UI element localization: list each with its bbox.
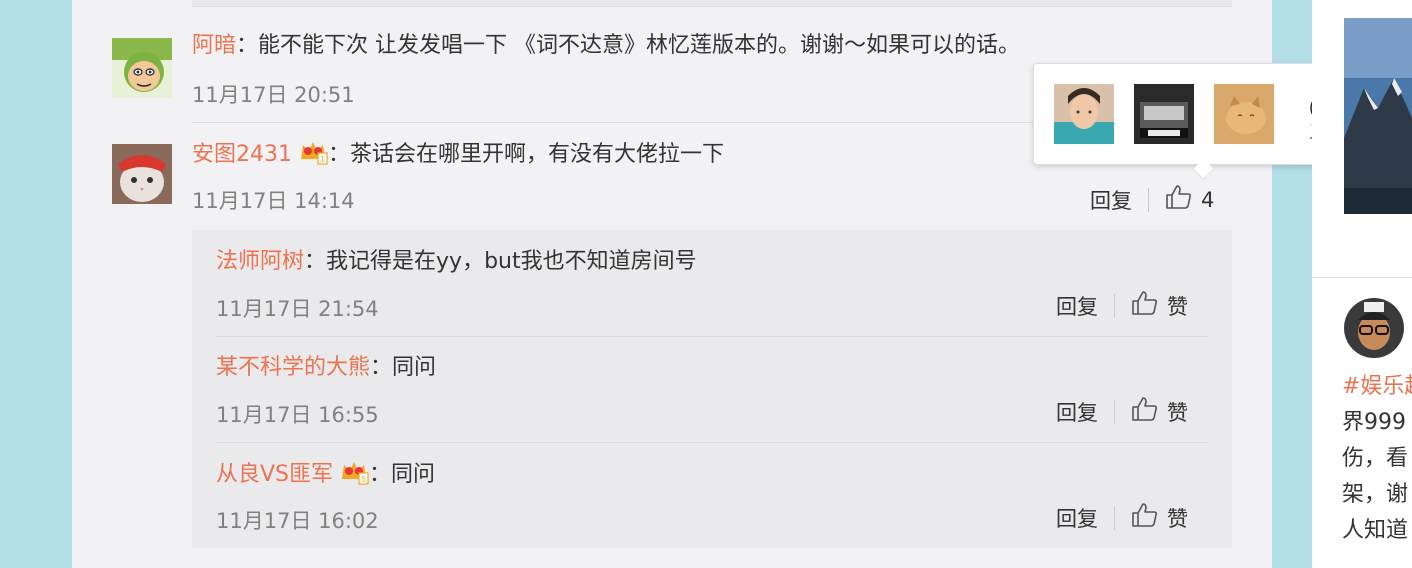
avatar[interactable]: [112, 38, 172, 98]
like-button[interactable]: 4: [1165, 184, 1214, 215]
comment-text: 能不能下次 让发发唱一下 《词不达意》林忆莲版本的。谢谢～如果可以的话。: [258, 33, 1021, 58]
reply-time: 11月17日 16:02: [216, 509, 379, 533]
commenter-name[interactable]: 阿暗: [192, 33, 236, 58]
svg-text:1: 1: [320, 155, 325, 164]
action-separator: [1114, 505, 1115, 530]
reply-text: 同问: [391, 462, 436, 487]
reply-time: 11月17日 16:55: [216, 403, 379, 427]
side-text-line: 人知道: [1342, 518, 1409, 543]
divider: [216, 442, 1208, 443]
like-label: 赞: [1167, 506, 1188, 531]
action-separator: [1148, 187, 1149, 212]
name-separator: ：: [236, 33, 259, 58]
liker-avatar[interactable]: [1134, 84, 1194, 144]
side-text-line: 界999: [1342, 410, 1406, 435]
like-button[interactable]: 赞: [1131, 290, 1188, 321]
like-count: 4: [1201, 187, 1215, 212]
reply-button[interactable]: 回复: [1056, 291, 1098, 321]
reply-thread: 法师阿树：我记得是在yy，but我也不知道房间号 11月17日 21:54 回复…: [192, 230, 1232, 548]
comment-actions: 回复 4: [1090, 184, 1214, 215]
liker-avatar[interactable]: [1054, 84, 1114, 144]
comment-text-row: 阿暗：能不能下次 让发发唱一下 《词不达意》林忆莲版本的。谢谢～如果可以的话。: [192, 32, 1020, 60]
replier-name[interactable]: 某不科学的大熊: [216, 355, 370, 380]
thumbs-up-icon: [1131, 290, 1159, 321]
comment-time: 11月17日 14:14: [192, 189, 355, 213]
comment-text: 茶话会在哪里开啊，有没有大佬拉一下: [350, 142, 725, 167]
reply-text: 我记得是在yy，but我也不知道房间号: [326, 249, 697, 274]
name-separator: ：: [328, 142, 351, 167]
like-label: 赞: [1167, 294, 1188, 319]
liker-avatar[interactable]: [1214, 84, 1274, 144]
side-text-line: 架，谢: [1342, 482, 1409, 507]
divider: [1312, 277, 1412, 278]
replier-name[interactable]: 法师阿树: [216, 249, 304, 274]
reply-button[interactable]: 回复: [1056, 397, 1098, 427]
thumbs-up-icon: [1165, 184, 1193, 215]
reply-text-row: 法师阿树：我记得是在yy，but我也不知道房间号: [216, 248, 697, 276]
side-banner-image[interactable]: [1344, 18, 1412, 214]
reply-actions: 回复 赞: [1056, 502, 1188, 533]
replier-name[interactable]: 从良VS匪军: [216, 462, 333, 487]
thumbs-up-icon: [1131, 502, 1159, 533]
vip-crown-icon: 5: [339, 459, 369, 493]
reply-time: 11月17日 21:54: [216, 297, 379, 321]
avatar[interactable]: [1344, 298, 1404, 358]
name-separator: ：: [304, 249, 327, 274]
comment-text-row: 安图2431 1 ：茶话会在哪里开啊，有没有大佬拉一下: [192, 139, 724, 173]
name-separator: ：: [369, 462, 392, 487]
reply-text-row: 某不科学的大熊：同问: [216, 354, 436, 382]
like-label: 赞: [1167, 400, 1188, 425]
reply-text: 同问: [392, 355, 437, 380]
thumbs-up-icon: [1131, 396, 1159, 427]
side-text-line: 伤，看: [1342, 446, 1409, 471]
side-panel: #娱乐超 界999 伤，看 架，谢 人知道: [1312, 0, 1412, 568]
previous-item-edge: [192, 0, 1232, 7]
side-hashtag[interactable]: #娱乐超: [1342, 370, 1412, 404]
commenter-name[interactable]: 安图2431: [192, 142, 292, 167]
reply-actions: 回复 赞: [1056, 290, 1188, 321]
name-separator: ：: [370, 355, 393, 380]
like-button[interactable]: 赞: [1131, 502, 1188, 533]
action-separator: [1114, 293, 1115, 318]
vip-crown-icon: 1: [298, 139, 328, 173]
reply-text-row: 从良VS匪军 5 ：同问: [216, 459, 435, 493]
like-button[interactable]: 赞: [1131, 396, 1188, 427]
reply-actions: 回复 赞: [1056, 396, 1188, 427]
avatar[interactable]: [112, 144, 172, 204]
divider: [216, 336, 1208, 337]
svg-text:5: 5: [361, 475, 366, 484]
action-separator: [1114, 399, 1115, 424]
comment-time: 11月17日 20:51: [192, 83, 355, 107]
reply-button[interactable]: 回复: [1090, 185, 1132, 215]
reply-button[interactable]: 回复: [1056, 503, 1098, 533]
